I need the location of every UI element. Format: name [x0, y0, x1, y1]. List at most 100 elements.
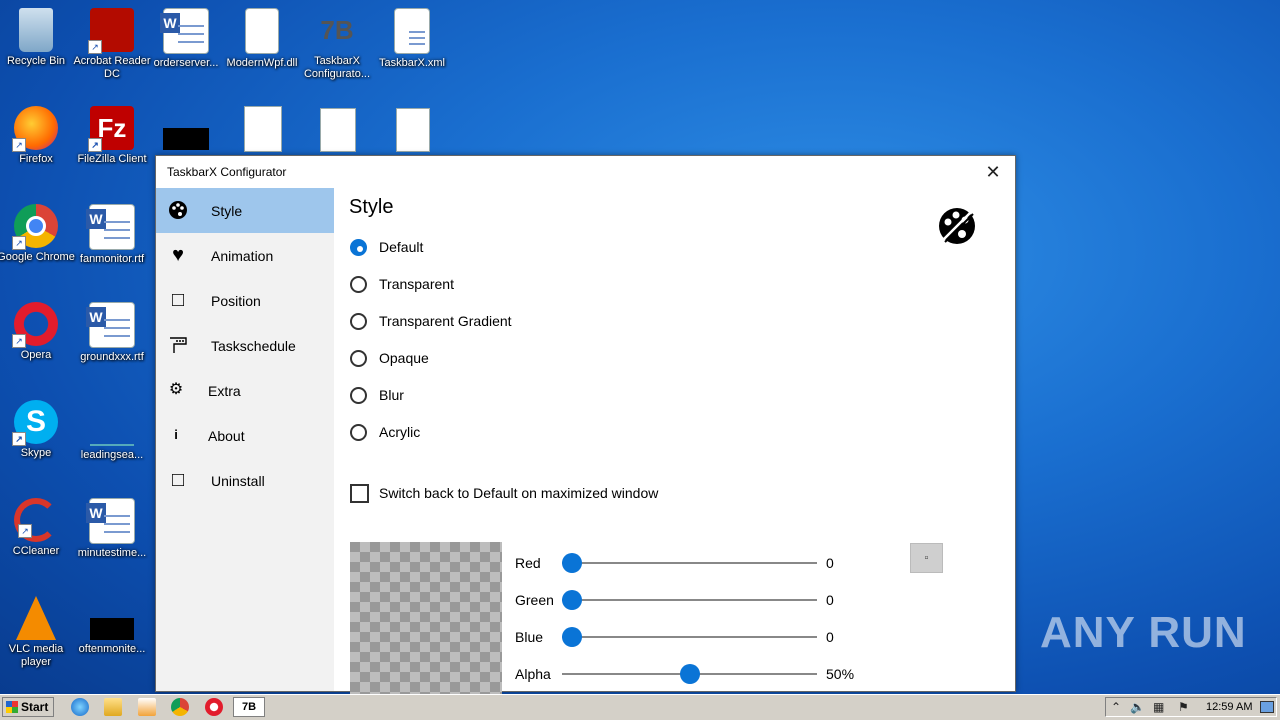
desktop-icon-taskbarx-xml[interactable]: TaskbarX.xml: [373, 8, 451, 70]
sidebar-item-animation[interactable]: ♥ Animation: [156, 233, 334, 278]
chrome-icon[interactable]: [171, 698, 189, 716]
desktop-icon-recycle-bin[interactable]: Recycle Bin: [0, 8, 75, 68]
slider-label: Blue: [515, 629, 544, 645]
radio-circle: [350, 239, 367, 256]
heart-icon: ♥: [172, 244, 184, 266]
desktop-icon-acrobat[interactable]: ↗ Acrobat Reader DC: [73, 8, 151, 81]
watermark: ANY RUN: [1040, 608, 1247, 657]
slider-value: 50%: [826, 666, 855, 682]
slider-thumb[interactable]: [562, 590, 582, 610]
ie-icon[interactable]: [71, 698, 89, 716]
word-document-icon: W: [160, 8, 209, 54]
chrome-icon: ↗: [12, 204, 58, 250]
slider-track[interactable]: [562, 664, 817, 684]
slider-label: Alpha: [515, 666, 551, 682]
close-button[interactable]: ✕: [983, 162, 1003, 182]
palette-icon: [937, 206, 977, 246]
sidebar-item-taskschedule[interactable]: Taskschedule: [156, 323, 334, 368]
slider-track[interactable]: [562, 553, 817, 573]
slider-label: Red: [515, 555, 541, 571]
slider-track[interactable]: [562, 590, 817, 610]
word-document-icon: W: [86, 302, 135, 348]
taskbarx-icon: 7B: [320, 15, 354, 45]
desktop-icon-orderserver[interactable]: W orderserver...: [147, 8, 225, 70]
desktop-icon-ccleaner[interactable]: ↗ CCleaner: [0, 498, 75, 558]
vlc-icon: [16, 596, 56, 640]
flag-icon[interactable]: ⚑: [1178, 700, 1189, 714]
title-bar[interactable]: TaskbarX Configurator ✕: [156, 156, 1015, 188]
settings-file-icon[interactable]: [396, 108, 430, 152]
style-option-label: Transparent: [379, 276, 454, 292]
redacted-icon: [90, 618, 134, 640]
clock[interactable]: 12:59 AM: [1206, 701, 1252, 713]
recycle-bin-icon: [19, 8, 53, 52]
network-icon[interactable]: ▦: [1153, 700, 1164, 714]
slider-track[interactable]: [562, 627, 817, 647]
sidebar-item-position[interactable]: □ Position: [156, 278, 334, 323]
color-picker-button[interactable]: ▫: [910, 543, 943, 573]
desktop-icon-minutestime[interactable]: W minutestime...: [73, 498, 151, 560]
blank-file-icon[interactable]: [320, 108, 356, 152]
sidebar-item-label: Style: [211, 203, 243, 219]
sidebar: Style ♥ Animation □ Position Taskschedul…: [156, 188, 334, 691]
desktop-icon-filezilla[interactable]: Fz ↗ FileZilla Client: [73, 106, 151, 166]
sidebar-item-label: Uninstall: [211, 473, 265, 489]
desktop-icon-opera[interactable]: ↗ Opera: [0, 302, 75, 362]
desktop-icon-vlc[interactable]: VLC media player: [0, 596, 75, 669]
system-tray: ⌃ 🔈 ▦ ⚑ 12:59 AM: [1105, 697, 1277, 717]
slider-thumb[interactable]: [562, 627, 582, 647]
switch-back-label: Switch back to Default on maximized wind…: [379, 485, 659, 501]
redacted-icon: [163, 128, 209, 150]
style-page: Style Default Transparent Transparent Gr…: [334, 188, 1015, 694]
style-option-label: Opaque: [379, 350, 429, 366]
windows-logo-icon: [6, 701, 18, 713]
media-player-icon[interactable]: [138, 698, 156, 716]
square-icon: □: [171, 469, 185, 491]
filezilla-icon: Fz ↗: [88, 106, 134, 152]
page-title: Style: [349, 196, 394, 218]
skype-icon: S ↗: [12, 400, 58, 446]
desktop-icon-fanmonitor[interactable]: W fanmonitor.rtf: [73, 204, 151, 266]
sidebar-item-extra[interactable]: ⚙ Extra: [156, 368, 334, 413]
style-option-label: Acrylic: [379, 424, 421, 440]
desktop-icon-chrome[interactable]: ↗ Google Chrome: [0, 204, 75, 264]
sidebar-item-label: Taskschedule: [211, 338, 296, 354]
style-option-label: Default: [379, 239, 424, 255]
sidebar-item-uninstall[interactable]: □ Uninstall: [156, 458, 334, 503]
firefox-icon: ↗: [12, 106, 58, 152]
xml-file-icon: [394, 8, 430, 54]
sidebar-item-about[interactable]: i About: [156, 413, 334, 458]
slider-thumb[interactable]: [679, 664, 700, 684]
chevron-up-icon[interactable]: ⌃: [1111, 700, 1121, 714]
taskbar-button-taskbarx[interactable]: 7B: [233, 697, 265, 717]
show-desktop-icon[interactable]: [1260, 701, 1274, 713]
color-preview: [350, 542, 502, 694]
desktop-icon-modernwpf[interactable]: ModernWpf.dll: [223, 8, 301, 70]
start-button[interactable]: Start: [2, 697, 54, 717]
opera-icon: ↗: [12, 302, 58, 348]
word-document-icon: W: [86, 204, 135, 250]
slider-value: 0: [826, 592, 834, 608]
desktop-icon-leadingsea[interactable]: leadingsea...: [73, 400, 151, 462]
desktop-icon-taskbarx-configurator[interactable]: 7B TaskbarX Configurato...: [298, 8, 376, 81]
blank-file-icon: [90, 400, 134, 446]
radio-circle: [350, 276, 367, 293]
slider-value: 0: [826, 629, 834, 645]
schedule-icon: [168, 335, 188, 355]
desktop-icon-skype[interactable]: S ↗ Skype: [0, 400, 75, 460]
opera-icon[interactable]: [205, 698, 223, 716]
info-icon: i: [174, 427, 178, 442]
window-title: TaskbarX Configurator: [167, 165, 287, 179]
desktop-icon-oftenmonite[interactable]: oftenmonite...: [73, 596, 151, 656]
folder-icon[interactable]: [104, 698, 122, 716]
radio-circle: [350, 387, 367, 404]
slider-red: Red 0: [515, 553, 875, 573]
sidebar-item-style[interactable]: Style: [156, 188, 334, 233]
ccleaner-icon: ↗: [14, 498, 58, 542]
sidebar-item-label: Animation: [211, 248, 274, 264]
desktop-icon-groundxxx[interactable]: W groundxxx.rtf: [73, 302, 151, 364]
desktop-icon-firefox[interactable]: ↗ Firefox: [0, 106, 75, 166]
slider-thumb[interactable]: [562, 553, 582, 573]
volume-icon[interactable]: 🔈: [1130, 700, 1145, 714]
html-file-icon[interactable]: [244, 106, 282, 152]
